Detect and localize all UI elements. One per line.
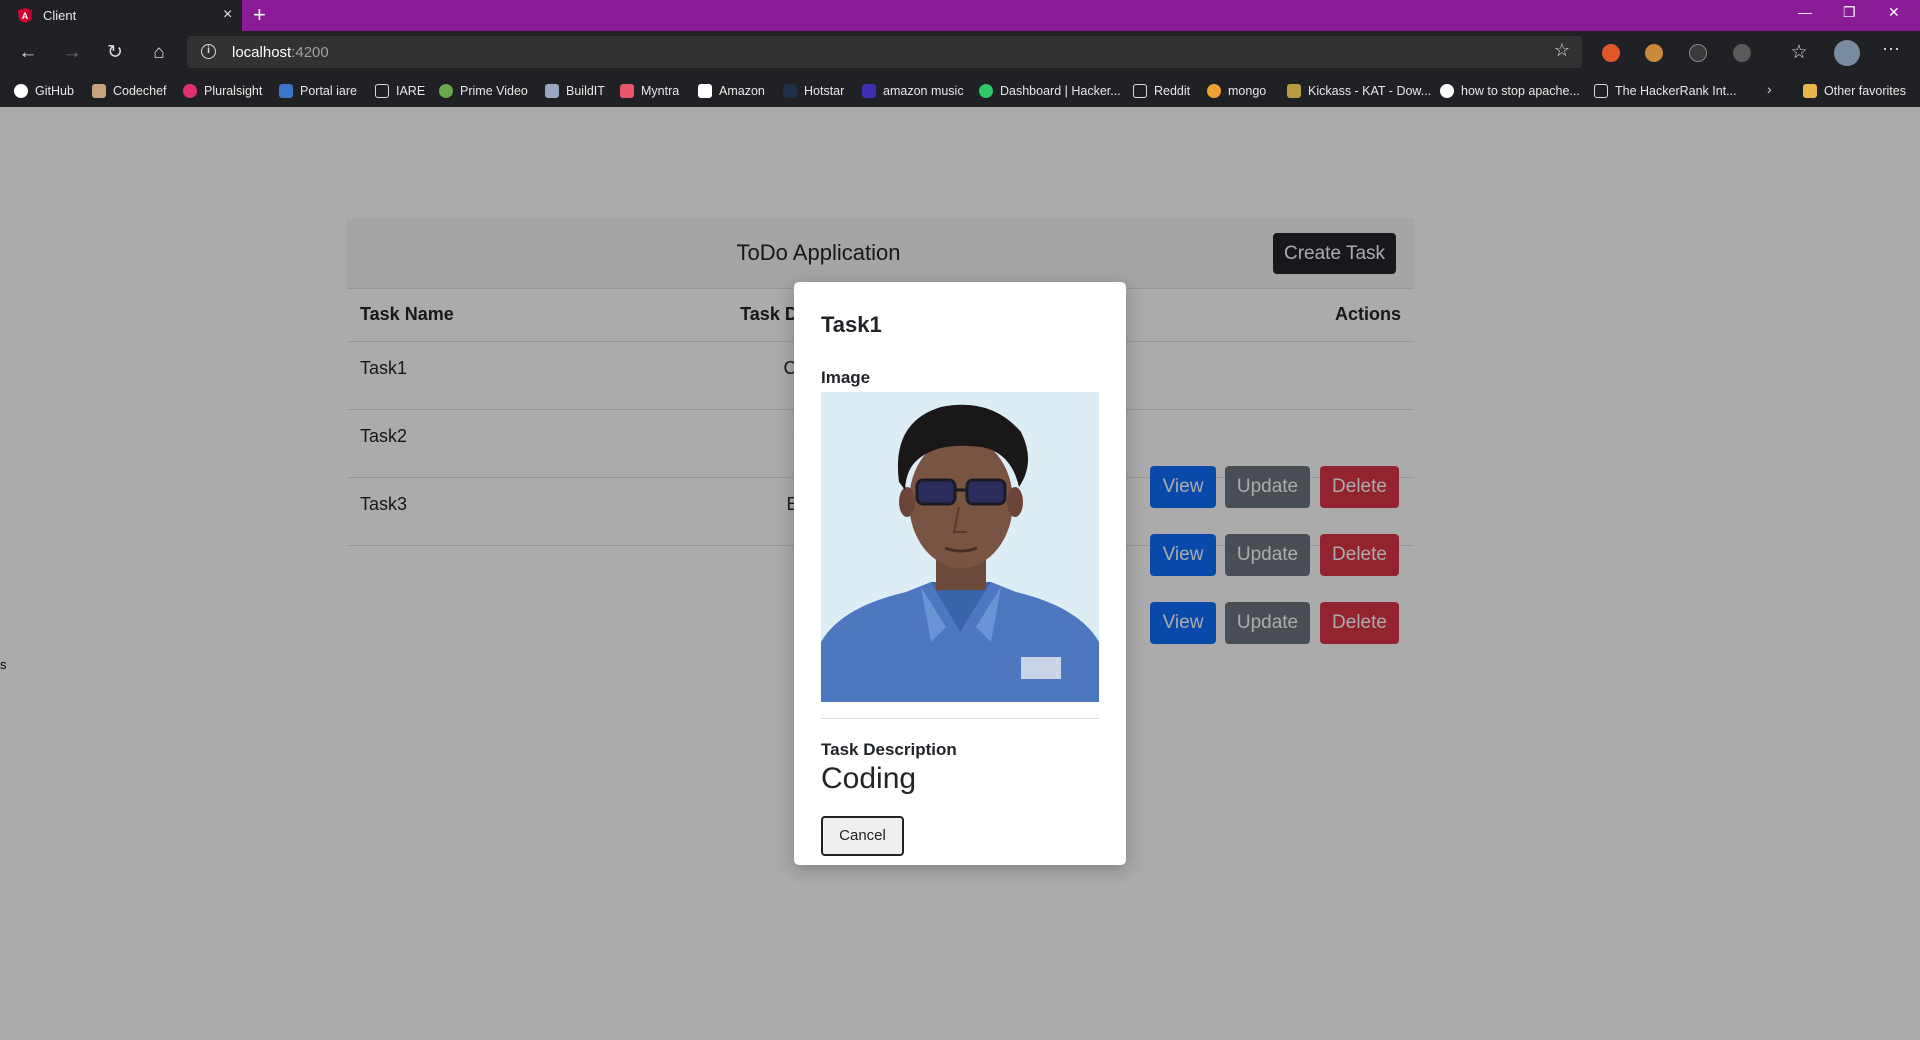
- image-label: Image: [821, 368, 871, 387]
- bookmark-item[interactable]: amazon music: [862, 82, 964, 100]
- bookmark-item[interactable]: GitHub: [14, 82, 74, 100]
- bookmark-item[interactable]: Codechef: [92, 82, 167, 100]
- bookmark-label: Hotstar: [804, 84, 845, 98]
- profile-avatar[interactable]: [1834, 40, 1860, 66]
- bookmark-item[interactable]: mongo: [1207, 82, 1266, 100]
- bookmark-item[interactable]: Portal iare: [279, 82, 357, 100]
- github-icon: [14, 84, 28, 98]
- bookmark-label: Codechef: [113, 84, 167, 98]
- page-icon: [1133, 84, 1147, 98]
- refresh-icon[interactable]: ↻: [102, 40, 128, 66]
- extension-icon[interactable]: [1689, 44, 1707, 62]
- kickass-icon: [1287, 84, 1301, 98]
- bookmark-item[interactable]: Hotstar: [783, 82, 844, 100]
- browser-tab[interactable]: A Client ×: [0, 0, 242, 31]
- angular-icon: A: [18, 8, 32, 23]
- bookmark-label: IARE: [396, 84, 426, 98]
- cancel-button[interactable]: Cancel: [821, 816, 904, 856]
- bookmark-item[interactable]: Reddit: [1133, 82, 1190, 100]
- bookmark-item[interactable]: IARE: [375, 82, 425, 100]
- bookmark-label: Portal iare: [300, 84, 357, 98]
- bookmark-item[interactable]: Pluralsight: [183, 82, 262, 100]
- bookmark-label: Prime Video: [460, 84, 528, 98]
- mongo-icon: [1207, 84, 1221, 98]
- forward-icon[interactable]: →: [59, 40, 85, 66]
- page-icon: [1594, 84, 1608, 98]
- window-close-icon[interactable]: ✕: [1888, 4, 1900, 21]
- bookmark-label: The HackerRank Int...: [1615, 84, 1737, 98]
- task-view-modal: Task1 Image Task Description Coding Canc…: [794, 282, 1126, 865]
- codechef-icon: [92, 84, 106, 98]
- chevron-right-icon[interactable]: ›: [1767, 81, 1772, 97]
- home-icon[interactable]: ⌂: [146, 40, 172, 66]
- bookmark-label: Pluralsight: [204, 84, 263, 98]
- bookmark-label: Dashboard | Hacker...: [1000, 84, 1121, 98]
- bookmark-item[interactable]: Prime Video: [439, 82, 528, 100]
- portal-icon: [279, 84, 293, 98]
- amazon-music-icon: [862, 84, 876, 98]
- bookmark-item[interactable]: how to stop apache...: [1440, 82, 1580, 100]
- bookmark-item[interactable]: BuildIT: [545, 82, 605, 100]
- bookmark-item[interactable]: Myntra: [620, 82, 679, 100]
- svg-text:A: A: [22, 11, 29, 21]
- url-port: :4200: [291, 44, 329, 61]
- browser-toolbar: ← → ↻ ⌂ i localhost:4200 ☆ ☆ ⋯: [0, 31, 1920, 74]
- other-favorites[interactable]: Other favorites: [1803, 82, 1906, 100]
- bookmark-label: how to stop apache...: [1461, 84, 1580, 98]
- bookmark-item[interactable]: Amazon: [698, 82, 765, 100]
- bookmark-label: Kickass - KAT - Dow...: [1308, 84, 1432, 98]
- bookmark-label: Amazon: [719, 84, 765, 98]
- bookmark-label: BuildIT: [566, 84, 605, 98]
- google-icon: [1440, 84, 1454, 98]
- bookmark-label: Reddit: [1154, 84, 1191, 98]
- amazon-icon: [698, 84, 712, 98]
- bookmark-label: GitHub: [35, 84, 74, 98]
- url-host: localhost: [232, 44, 292, 61]
- bookmark-item[interactable]: Dashboard | Hacker...: [979, 82, 1121, 100]
- hackerrank-icon: [979, 84, 993, 98]
- extension-icon[interactable]: [1602, 44, 1620, 62]
- tab-title: Client: [43, 8, 77, 23]
- close-tab-icon[interactable]: ×: [223, 6, 232, 24]
- pluralsight-icon: [183, 84, 197, 98]
- portrait-photo: [821, 392, 1099, 702]
- buildit-icon: [545, 84, 559, 98]
- cookie-extension-icon[interactable]: [1645, 44, 1663, 62]
- site-info-icon[interactable]: i: [201, 44, 216, 59]
- task-image: [821, 392, 1099, 702]
- minimize-icon[interactable]: —: [1798, 4, 1812, 20]
- modal-divider: [821, 718, 1099, 719]
- more-menu-icon[interactable]: ⋯: [1882, 39, 1900, 60]
- bookmarks-bar: GitHub Codechef Pluralsight Portal iare …: [0, 74, 1920, 107]
- new-tab-icon[interactable]: +: [253, 3, 266, 27]
- favorites-icon[interactable]: ☆: [1786, 40, 1812, 66]
- back-icon[interactable]: ←: [15, 40, 41, 66]
- favorite-star-icon[interactable]: ☆: [1554, 40, 1570, 61]
- page-icon: [375, 84, 389, 98]
- prime-video-icon: [439, 84, 453, 98]
- description-value: Coding: [821, 762, 917, 795]
- bookmark-label: mongo: [1228, 84, 1267, 98]
- description-label: Task Description: [821, 740, 957, 759]
- extension-icon[interactable]: [1733, 44, 1751, 62]
- bookmark-label: amazon music: [883, 84, 964, 98]
- address-bar[interactable]: i localhost:4200 ☆: [187, 36, 1582, 68]
- bookmark-item[interactable]: The HackerRank Int...: [1594, 82, 1737, 100]
- restore-icon[interactable]: ❐: [1843, 4, 1856, 21]
- bookmark-item[interactable]: Kickass - KAT - Dow...: [1287, 82, 1431, 100]
- bookmark-label: Myntra: [641, 84, 680, 98]
- browser-titlebar: A Client × + — ❐ ✕: [0, 0, 1920, 31]
- hotstar-icon: [783, 84, 797, 98]
- modal-title: Task1: [821, 312, 882, 337]
- url-text: localhost:4200: [232, 44, 329, 61]
- other-favorites-label: Other favorites: [1824, 84, 1906, 98]
- folder-icon: [1803, 84, 1817, 98]
- myntra-icon: [620, 84, 634, 98]
